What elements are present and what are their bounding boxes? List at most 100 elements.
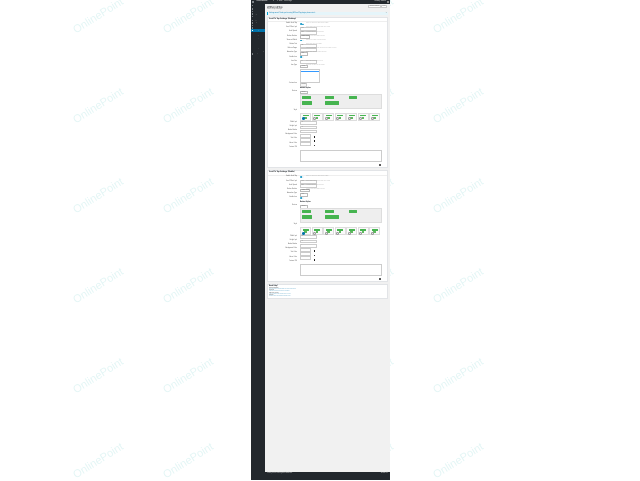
style-option[interactable] [346,226,357,235]
icon-list-row: Arrow UpChevron UpCaret UpAngle Double U… [268,68,387,83]
setting-label: Button Position [287,188,297,190]
style-option[interactable] [323,226,334,235]
watermark-logo: OnlinePoint [71,265,126,307]
settings-sections: Scroll To Top Settings (Desktop) Enable S… [267,16,388,283]
setting-label: Hover Color [289,256,297,258]
setting-label: Icon Size [291,60,297,62]
admin-bar-comments[interactable]: 0 [273,1,274,2]
sidebar-item[interactable]: Collapse menu [251,53,265,56]
watermark-logo: OnlinePoint [71,85,126,127]
setting-label: Icon Type [290,64,297,66]
toggle-switch[interactable] [300,39,304,42]
arrow-up-icon [327,230,330,234]
footer-text: Thank you for creating with WordPress. [267,473,293,474]
style-option[interactable] [300,112,311,121]
toggle-switch[interactable] [300,196,304,199]
style-option[interactable] [334,112,346,121]
toggle-switch[interactable] [300,22,304,25]
style-choices [300,226,380,235]
panel-heading: Scroll To Top Settings (Mobile) [269,172,295,174]
help-link[interactable]: Support further development of this plug… [269,296,386,297]
preview-button[interactable]: Back to Top [302,215,312,220]
style-option[interactable] [369,112,380,121]
style-option[interactable] [300,226,311,235]
sidebar-item[interactable]: Dashboard [251,4,265,7]
watermark-logo: OnlinePoint [431,85,486,127]
save-icon[interactable] [379,163,381,166]
arrow-up-icon [361,116,365,120]
setting-label: Custom CSS [289,146,297,148]
arrow-up-icon [338,116,342,120]
preview-button[interactable]: Go Up [325,215,339,220]
setting-label: Text Color [290,138,297,140]
preview-button[interactable]: Up [349,96,357,99]
arrow-up-icon [361,230,365,234]
setting-label: Height (px) [289,239,297,241]
setting-label: Enable Scroll Top [286,176,297,178]
setting-field [300,39,304,42]
toggle-switch[interactable] [300,56,304,59]
preview-button-label: Go Up [330,215,334,217]
preview-button-label: Back to Top [303,215,311,217]
main-content: Screen Options Help WPScrollTop Scroll T… [267,4,388,300]
sidebar-item-label: Dashboard [254,4,262,6]
help-button[interactable]: Help [381,5,387,9]
avatar[interactable] [386,0,389,4]
wordpress-logo-icon[interactable] [252,1,254,3]
dismiss-icon[interactable]: × [386,13,387,14]
admin-bar-new[interactable]: + New [277,1,282,2]
help-panel: Need Help? Documentation Read the plugin … [267,284,388,300]
style-option[interactable] [369,226,380,235]
sidebar-item-label: Comments [254,16,262,18]
setting-label: Scroll Offset (px) [286,27,297,29]
style-option[interactable] [346,112,357,121]
menu-icon [252,4,254,6]
save-icon[interactable] [379,277,381,280]
preview-button[interactable]: Back to Top [302,101,312,106]
page-subtitle: Scroll To Top Settings [267,8,282,10]
arrow-up-icon [315,230,319,234]
preview-button[interactable]: Top [302,210,311,213]
sidebar-item-label: Collapse menu [254,53,264,55]
style-option[interactable] [323,112,334,121]
screen-options-button[interactable]: Screen Options [368,5,381,9]
custom-css-row: Custom CSS [268,260,387,264]
preview-button[interactable]: Go Up [325,101,339,106]
icon-list-option[interactable]: Caret Square Up [301,80,319,81]
setting-label: Style [293,224,297,226]
setting-label: Enable Scroll Top [286,23,297,25]
sidebar-item[interactable]: Comments [251,15,265,18]
icon-listbox[interactable]: Arrow UpChevron UpCaret UpAngle Double U… [300,68,320,83]
style-option[interactable] [311,112,323,121]
watermark-logo: OnlinePoint [71,0,126,37]
admin-bar-view-page[interactable]: View Page [284,1,292,2]
setting-label: Hide on Pages [287,48,297,50]
save-bar [268,162,387,167]
arrow-up-icon [373,116,376,120]
admin-bar-howdy[interactable]: Howdy, admin [375,1,386,2]
preview-button-label: Top [305,96,308,98]
style-option[interactable] [357,112,369,121]
style-option[interactable] [357,226,369,235]
watermark-logo: OnlinePoint [431,0,486,37]
style-choices [300,112,380,121]
preview-button[interactable]: Top [302,96,311,99]
setting-label: Text Color [290,252,297,254]
preview-button[interactable]: Scroll Top [325,96,334,99]
toggle-switch[interactable] [300,176,304,178]
menu-icon [252,53,254,55]
setting-label: Preview [291,90,297,92]
admin-sidebar: Dashboard Posts Media Pages Comments Appearan… [251,4,265,480]
admin-bar-site-name[interactable]: OnlineWebsite [256,1,268,2]
setting-description: Display the button on small screens [306,39,326,41]
preview-button[interactable]: Scroll Top [325,210,334,213]
help-items: Documentation Read the plugin documentati… [269,288,386,298]
watermark-logo: OnlinePoint [161,440,216,481]
custom-css-textarea[interactable] [300,264,382,277]
preview-button[interactable]: Up [349,210,357,213]
style-option[interactable] [311,226,323,235]
upload-button[interactable]: Upload [300,82,308,87]
custom-css-textarea[interactable] [300,150,382,163]
setting-label: Border Radius [287,244,297,246]
style-option[interactable] [334,226,346,235]
